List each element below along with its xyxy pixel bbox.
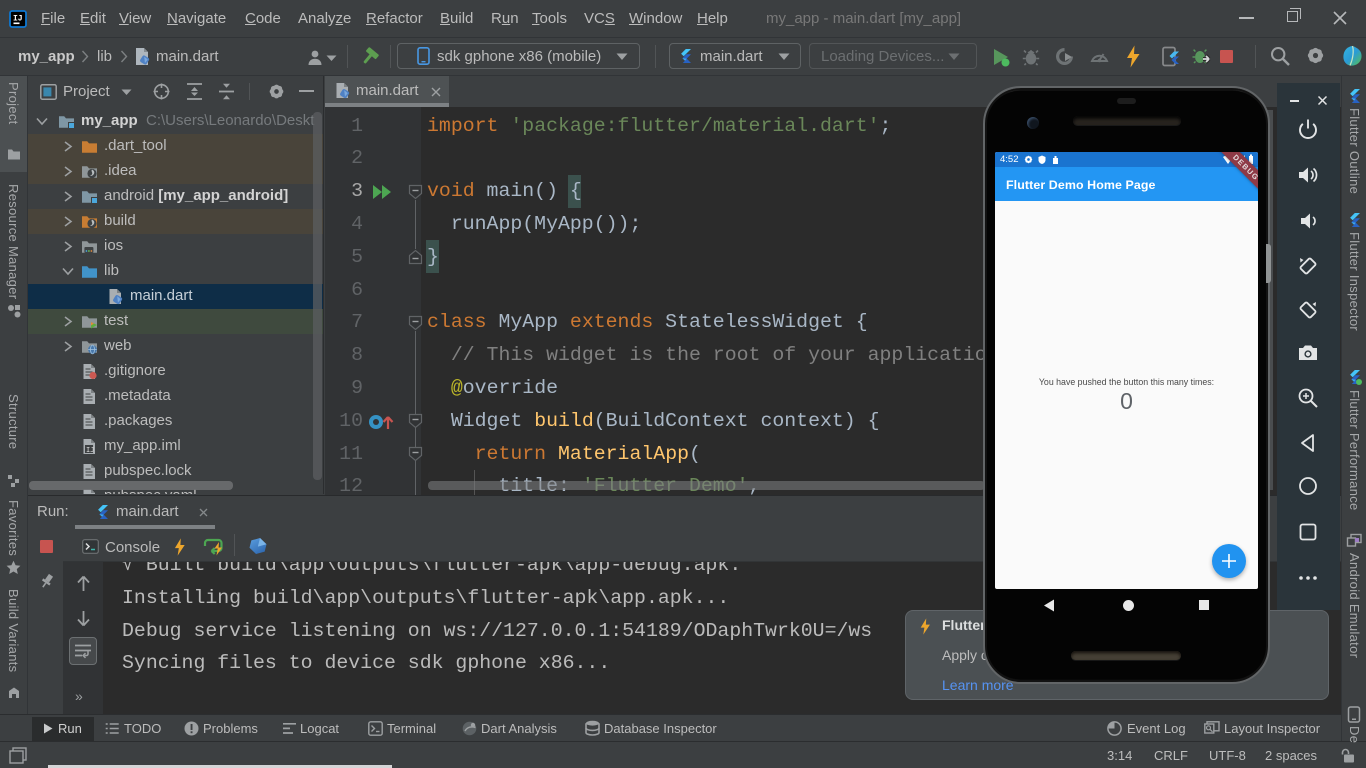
svg-text:IJ: IJ [13,15,23,24]
